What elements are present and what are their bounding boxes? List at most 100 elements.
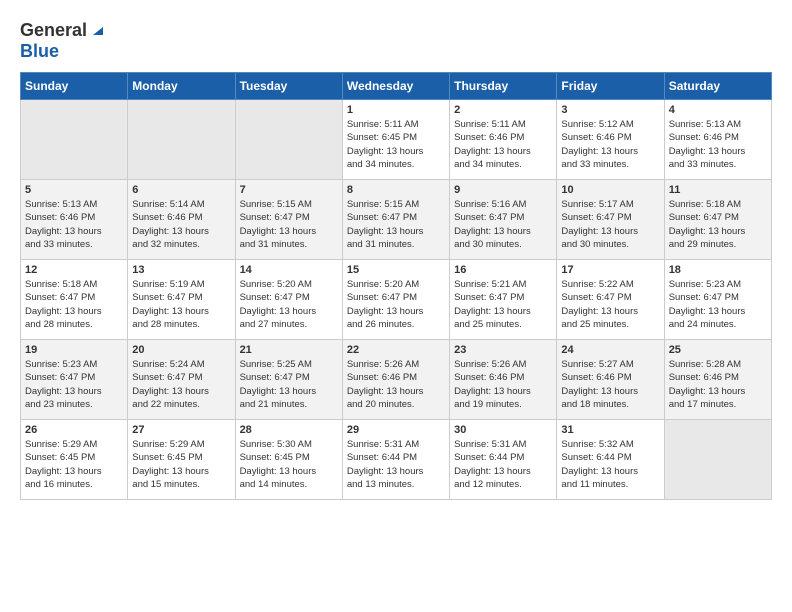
- logo: General Blue: [20, 20, 107, 62]
- calendar-weekday-monday: Monday: [128, 73, 235, 100]
- calendar-cell: 22 Sunrise: 5:26 AM Sunset: 6:46 PM Dayli…: [342, 340, 449, 420]
- day-number: 30: [454, 424, 552, 436]
- calendar-cell: 8 Sunrise: 5:15 AM Sunset: 6:47 PM Daylig…: [342, 180, 449, 260]
- calendar-cell: 10 Sunrise: 5:17 AM Sunset: 6:47 PM Dayli…: [557, 180, 664, 260]
- calendar-cell: 23 Sunrise: 5:26 AM Sunset: 6:46 PM Dayli…: [450, 340, 557, 420]
- calendar-cell: 1 Sunrise: 5:11 AM Sunset: 6:45 PM Daylig…: [342, 100, 449, 180]
- calendar-cell: 16 Sunrise: 5:21 AM Sunset: 6:47 PM Dayli…: [450, 260, 557, 340]
- day-info: Sunrise: 5:20 AM Sunset: 6:47 PM Dayligh…: [347, 278, 445, 331]
- calendar-weekday-tuesday: Tuesday: [235, 73, 342, 100]
- calendar-weekday-thursday: Thursday: [450, 73, 557, 100]
- day-number: 23: [454, 344, 552, 356]
- calendar-cell: 15 Sunrise: 5:20 AM Sunset: 6:47 PM Dayli…: [342, 260, 449, 340]
- calendar-weekday-wednesday: Wednesday: [342, 73, 449, 100]
- day-info: Sunrise: 5:25 AM Sunset: 6:47 PM Dayligh…: [240, 358, 338, 411]
- day-number: 18: [669, 264, 767, 276]
- day-number: 22: [347, 344, 445, 356]
- day-info: Sunrise: 5:31 AM Sunset: 6:44 PM Dayligh…: [347, 438, 445, 491]
- calendar-cell: 14 Sunrise: 5:20 AM Sunset: 6:47 PM Dayli…: [235, 260, 342, 340]
- calendar-cell: 3 Sunrise: 5:12 AM Sunset: 6:46 PM Daylig…: [557, 100, 664, 180]
- day-number: 12: [25, 264, 123, 276]
- logo-general-text: General: [20, 20, 87, 41]
- calendar-cell: 27 Sunrise: 5:29 AM Sunset: 6:45 PM Dayli…: [128, 420, 235, 500]
- day-info: Sunrise: 5:14 AM Sunset: 6:46 PM Dayligh…: [132, 198, 230, 251]
- calendar-header-row: SundayMondayTuesdayWednesdayThursdayFrid…: [21, 73, 772, 100]
- day-info: Sunrise: 5:15 AM Sunset: 6:47 PM Dayligh…: [240, 198, 338, 251]
- calendar-cell: 2 Sunrise: 5:11 AM Sunset: 6:46 PM Daylig…: [450, 100, 557, 180]
- calendar-cell: 12 Sunrise: 5:18 AM Sunset: 6:47 PM Dayli…: [21, 260, 128, 340]
- day-info: Sunrise: 5:30 AM Sunset: 6:45 PM Dayligh…: [240, 438, 338, 491]
- calendar-cell: [235, 100, 342, 180]
- day-info: Sunrise: 5:15 AM Sunset: 6:47 PM Dayligh…: [347, 198, 445, 251]
- day-number: 20: [132, 344, 230, 356]
- calendar-weekday-friday: Friday: [557, 73, 664, 100]
- day-info: Sunrise: 5:32 AM Sunset: 6:44 PM Dayligh…: [561, 438, 659, 491]
- calendar-cell: 6 Sunrise: 5:14 AM Sunset: 6:46 PM Daylig…: [128, 180, 235, 260]
- day-info: Sunrise: 5:22 AM Sunset: 6:47 PM Dayligh…: [561, 278, 659, 331]
- calendar-cell: 25 Sunrise: 5:28 AM Sunset: 6:46 PM Dayli…: [664, 340, 771, 420]
- day-number: 10: [561, 184, 659, 196]
- calendar-cell: 19 Sunrise: 5:23 AM Sunset: 6:47 PM Dayli…: [21, 340, 128, 420]
- day-number: 2: [454, 104, 552, 116]
- day-number: 7: [240, 184, 338, 196]
- day-number: 28: [240, 424, 338, 436]
- day-number: 21: [240, 344, 338, 356]
- day-info: Sunrise: 5:28 AM Sunset: 6:46 PM Dayligh…: [669, 358, 767, 411]
- day-info: Sunrise: 5:27 AM Sunset: 6:46 PM Dayligh…: [561, 358, 659, 411]
- calendar-cell: 31 Sunrise: 5:32 AM Sunset: 6:44 PM Dayli…: [557, 420, 664, 500]
- calendar-week-row: 26 Sunrise: 5:29 AM Sunset: 6:45 PM Dayli…: [21, 420, 772, 500]
- calendar-cell: 11Sunrise: 5:18 AM Sunset: 6:47 PM Dayli…: [664, 180, 771, 260]
- day-info: Sunrise: 5:21 AM Sunset: 6:47 PM Dayligh…: [454, 278, 552, 331]
- day-number: 8: [347, 184, 445, 196]
- day-info: Sunrise: 5:18 AM Sunset: 6:47 PM Dayligh…: [25, 278, 123, 331]
- calendar-week-row: 5Sunrise: 5:13 AM Sunset: 6:46 PM Daylig…: [21, 180, 772, 260]
- calendar-table: SundayMondayTuesdayWednesdayThursdayFrid…: [20, 72, 772, 500]
- calendar-cell: 7 Sunrise: 5:15 AM Sunset: 6:47 PM Daylig…: [235, 180, 342, 260]
- day-info: Sunrise: 5:29 AM Sunset: 6:45 PM Dayligh…: [25, 438, 123, 491]
- day-info: Sunrise: 5:19 AM Sunset: 6:47 PM Dayligh…: [132, 278, 230, 331]
- day-number: 19: [25, 344, 123, 356]
- day-number: 25: [669, 344, 767, 356]
- day-info: Sunrise: 5:13 AM Sunset: 6:46 PM Dayligh…: [25, 198, 123, 251]
- calendar-cell: 17Sunrise: 5:22 AM Sunset: 6:47 PM Dayli…: [557, 260, 664, 340]
- day-info: Sunrise: 5:26 AM Sunset: 6:46 PM Dayligh…: [454, 358, 552, 411]
- day-number: 1: [347, 104, 445, 116]
- day-info: Sunrise: 5:11 AM Sunset: 6:46 PM Dayligh…: [454, 118, 552, 171]
- day-number: 3: [561, 104, 659, 116]
- day-number: 15: [347, 264, 445, 276]
- day-info: Sunrise: 5:13 AM Sunset: 6:46 PM Dayligh…: [669, 118, 767, 171]
- day-info: Sunrise: 5:26 AM Sunset: 6:46 PM Dayligh…: [347, 358, 445, 411]
- calendar-cell: 9Sunrise: 5:16 AM Sunset: 6:47 PM Daylig…: [450, 180, 557, 260]
- day-number: 14: [240, 264, 338, 276]
- logo-icon: [89, 21, 107, 39]
- calendar-cell: [21, 100, 128, 180]
- day-number: 16: [454, 264, 552, 276]
- calendar-week-row: 12 Sunrise: 5:18 AM Sunset: 6:47 PM Dayli…: [21, 260, 772, 340]
- day-number: 26: [25, 424, 123, 436]
- day-number: 29: [347, 424, 445, 436]
- calendar-cell: 24 Sunrise: 5:27 AM Sunset: 6:46 PM Dayli…: [557, 340, 664, 420]
- day-info: Sunrise: 5:17 AM Sunset: 6:47 PM Dayligh…: [561, 198, 659, 251]
- calendar-cell: 21 Sunrise: 5:25 AM Sunset: 6:47 PM Dayli…: [235, 340, 342, 420]
- calendar-weekday-saturday: Saturday: [664, 73, 771, 100]
- calendar-cell: 28 Sunrise: 5:30 AM Sunset: 6:45 PM Dayli…: [235, 420, 342, 500]
- day-info: Sunrise: 5:11 AM Sunset: 6:45 PM Dayligh…: [347, 118, 445, 171]
- day-info: Sunrise: 5:18 AM Sunset: 6:47 PM Dayligh…: [669, 198, 767, 251]
- calendar-cell: [664, 420, 771, 500]
- day-info: Sunrise: 5:31 AM Sunset: 6:44 PM Dayligh…: [454, 438, 552, 491]
- day-info: Sunrise: 5:12 AM Sunset: 6:46 PM Dayligh…: [561, 118, 659, 171]
- calendar-cell: 13Sunrise: 5:19 AM Sunset: 6:47 PM Dayli…: [128, 260, 235, 340]
- calendar-week-row: 19 Sunrise: 5:23 AM Sunset: 6:47 PM Dayli…: [21, 340, 772, 420]
- day-number: 24: [561, 344, 659, 356]
- day-info: Sunrise: 5:24 AM Sunset: 6:47 PM Dayligh…: [132, 358, 230, 411]
- day-number: 27: [132, 424, 230, 436]
- calendar-cell: 4Sunrise: 5:13 AM Sunset: 6:46 PM Daylig…: [664, 100, 771, 180]
- day-info: Sunrise: 5:29 AM Sunset: 6:45 PM Dayligh…: [132, 438, 230, 491]
- calendar-cell: 29 Sunrise: 5:31 AM Sunset: 6:44 PM Dayli…: [342, 420, 449, 500]
- day-info: Sunrise: 5:23 AM Sunset: 6:47 PM Dayligh…: [25, 358, 123, 411]
- day-number: 6: [132, 184, 230, 196]
- day-info: Sunrise: 5:20 AM Sunset: 6:47 PM Dayligh…: [240, 278, 338, 331]
- day-info: Sunrise: 5:16 AM Sunset: 6:47 PM Dayligh…: [454, 198, 552, 251]
- day-info: Sunrise: 5:23 AM Sunset: 6:47 PM Dayligh…: [669, 278, 767, 331]
- day-number: 31: [561, 424, 659, 436]
